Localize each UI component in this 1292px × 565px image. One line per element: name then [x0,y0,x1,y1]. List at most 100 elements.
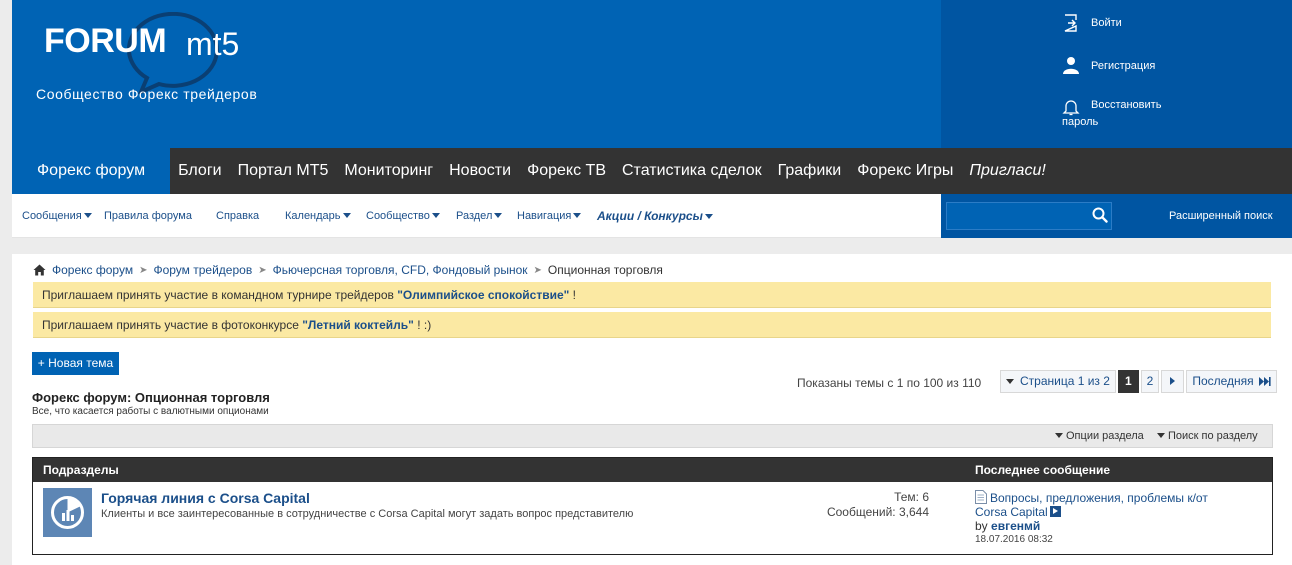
nav-tab-forex-forum[interactable]: Форекс форум [12,148,171,194]
subnav-section-label: Раздел [456,210,493,222]
last-post-title-line2[interactable]: Corsa Capital [975,505,1048,519]
subnav-rules[interactable]: Правила форума [104,210,192,222]
subnav-messages-label: Сообщения [22,210,82,222]
last-page-button[interactable]: Последняя [1186,370,1278,393]
last-post-title-line1: Вопросы, предложения, проблемы к/от [990,491,1208,505]
notice-link[interactable]: "Летний коктейль" [302,318,414,332]
subforum-icon [43,488,92,537]
subnav-section[interactable]: Раздел [456,210,503,222]
last-post-date: 18.07.2016 08:32 [975,534,1053,545]
forum-logo[interactable]: FORUM mt5 [44,12,274,94]
search-input[interactable] [946,202,1112,230]
subforum-stats: Тем: 6 Сообщений: 3,644 [827,490,929,520]
subnav-calendar[interactable]: Календарь [285,210,351,222]
notice-link[interactable]: "Олимпийское спокойствие" [397,288,569,302]
subnav-rules-label: Правила форума [104,210,192,222]
notice-banner: Приглашаем принять участие в фотоконкурс… [33,312,1271,338]
col-last-post: Последнее сообщение [975,463,1110,477]
pagination: Страница 1 из 2 1 2 Последняя [1000,370,1279,393]
pie-chart-icon [51,496,84,529]
forum-toolbar: Опции раздела Поиск по разделу [32,424,1273,448]
chevron-down-icon [494,213,503,218]
subnav-promos[interactable]: Акции / Конкурсы [597,209,713,223]
nav-tab-invite[interactable]: Пригласи! [961,148,1053,194]
search-icon[interactable] [1092,207,1108,223]
breadcrumb-futures[interactable]: Фьючерсная торговля, CFD, Фондовый рынок [273,263,528,277]
breadcrumb-arrow-icon: ➤ [533,264,542,276]
chevron-down-icon [83,213,92,218]
chevron-down-icon [704,214,713,219]
chevron-down-icon [342,213,351,218]
page-jump-dropdown[interactable]: Страница 1 из 2 [1000,370,1116,393]
recover-label-line1: Восстановить [1091,99,1162,111]
notice-tail: ! :) [413,318,432,332]
nav-tab-monitoring[interactable]: Мониторинг [336,148,441,194]
col-subforums: Подразделы [43,463,119,477]
document-icon [975,490,987,504]
bell-icon [1062,100,1080,116]
page-title: Форекс форум: Опционная торговля [32,390,270,405]
new-topic-button[interactable]: + Новая тема [32,352,119,375]
subforum-title-link[interactable]: Горячая линия с Corsa Capital [101,490,310,506]
register-link[interactable]: Регистрация [1062,56,1155,74]
sub-navigation: Сообщения Правила форума Справка Календа… [12,194,941,238]
go-to-post-icon[interactable] [1049,506,1061,517]
breadcrumb-traders-forum[interactable]: Форум трейдеров [153,263,252,277]
nav-tab-forex-tv[interactable]: Форекс ТВ [519,148,614,194]
table-header: Подразделы Последнее сообщение [33,458,1272,482]
nav-tab-news[interactable]: Новости [441,148,519,194]
section-options-dropdown[interactable]: Опции раздела [1055,430,1144,442]
last-post: Вопросы, предложения, проблемы к/от Cors… [975,490,1208,547]
search-bar: Расширенный поиск [941,194,1292,238]
header-gap [0,238,1292,254]
notice-banner: Приглашаем принять участие в командном т… [33,282,1271,308]
advanced-search-link[interactable]: Расширенный поиск [1169,210,1273,222]
breadcrumb-current: Опционная торговля [547,263,663,277]
subforums-table: Подразделы Последнее сообщение Горячая л… [32,457,1273,555]
chevron-down-icon [1055,433,1063,438]
subnav-navigation[interactable]: Навигация [517,210,582,222]
login-icon [1064,14,1077,32]
notice-text: Приглашаем принять участие в фотоконкурс… [42,318,303,332]
next-page-button[interactable] [1161,370,1185,393]
notice-tail: ! [569,288,576,302]
last-post-by: by [975,519,992,533]
nav-tab-trade-stats[interactable]: Статистика сделок [614,148,770,194]
subnav-help[interactable]: Справка [216,210,259,222]
nav-tab-charts[interactable]: Графики [770,148,850,194]
nav-tab-forex-games[interactable]: Форекс Игры [849,148,961,194]
recover-label: Восстановить [1091,98,1161,112]
breadcrumb-forex-forum[interactable]: Форекс форум [52,263,133,277]
page-current: 1 [1117,370,1139,393]
last-post-author: by евгенмй [975,519,1208,533]
subnav-promos-label: Акции / Конкурсы [597,209,703,223]
subnav-community[interactable]: Сообщество [366,210,440,222]
nav-tab-portal-mt5[interactable]: Портал MT5 [230,148,337,194]
site-tagline: Сообщество Форекс трейдеров [36,86,258,102]
subnav-messages[interactable]: Сообщения [22,210,92,222]
subnav-navigation-label: Навигация [517,210,572,222]
main-navigation: Форекс форум Блоги Портал MT5 Мониторинг… [12,148,1292,194]
chevron-down-icon [1006,379,1014,384]
recover-password-link[interactable]: Восстановить [1062,98,1161,116]
recover-label-line2[interactable]: пароль [1062,116,1098,128]
nav-tab-blogs[interactable]: Блоги [170,148,230,194]
notice-text: Приглашаем принять участие в командном т… [42,288,398,302]
page-of-label: Страница 1 из 2 [1020,374,1110,388]
home-icon[interactable] [33,264,46,276]
table-row: Горячая линия с Corsa Capital Клиенты и … [33,482,1272,554]
login-link[interactable]: Войти [1062,14,1122,32]
chevron-down-icon [1157,433,1165,438]
logo-mt5-text: mt5 [186,26,240,62]
register-label: Регистрация [1091,60,1156,72]
search-section-dropdown[interactable]: Поиск по разделу [1157,430,1258,442]
double-chevron-right-icon [1259,377,1271,386]
breadcrumb-arrow-icon: ➤ [258,264,267,276]
subnav-help-label: Справка [216,210,260,222]
last-post-user-link[interactable]: евгенмй [991,519,1040,533]
page-link-2[interactable]: 2 [1140,370,1160,393]
chevron-right-icon [1170,377,1176,385]
login-label: Войти [1091,17,1122,29]
chevron-down-icon [431,213,440,218]
last-post-title-link[interactable]: Вопросы, предложения, проблемы к/от [975,490,1208,505]
